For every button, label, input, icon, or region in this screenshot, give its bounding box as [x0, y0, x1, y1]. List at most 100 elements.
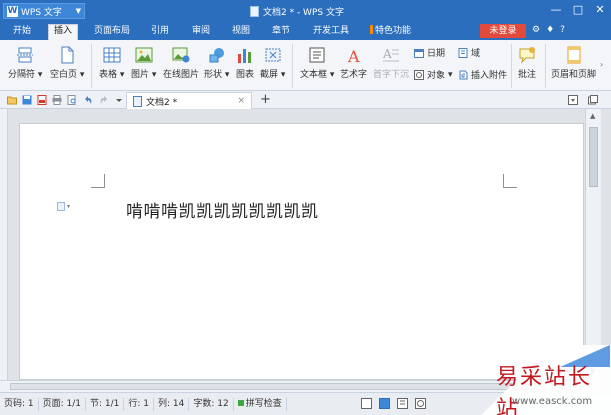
header-footer-icon	[567, 46, 580, 64]
ribbon-separator	[292, 44, 293, 88]
date-label: 日期	[427, 49, 446, 59]
header-footer-button[interactable]: 页眉和页脚	[551, 46, 596, 80]
wordart-icon: A	[347, 47, 360, 64]
tab-home[interactable]: 开始	[13, 25, 31, 40]
textbox-button[interactable]: 文本框 ▾	[300, 46, 334, 80]
export-pdf-icon[interactable]	[37, 95, 47, 105]
margin-marker	[91, 174, 105, 188]
wps-logo-icon: W	[7, 5, 18, 17]
tab-developer[interactable]: 开发工具	[313, 25, 349, 40]
comment-label: 批注	[518, 70, 537, 80]
attachment-button[interactable]: 插入附件	[458, 68, 507, 81]
scroll-up-icon[interactable]: ▲	[590, 112, 595, 120]
online-picture-button[interactable]: 在线图片	[163, 46, 199, 80]
vertical-scroll-thumb[interactable]	[589, 127, 598, 187]
document-tab-icon	[133, 95, 142, 107]
field-button[interactable]: 域	[458, 46, 480, 59]
object-label: 对象	[427, 71, 446, 81]
tab-chapter[interactable]: 章节	[272, 25, 290, 40]
tabbar-tools: ⚙ ♦ ?	[532, 25, 565, 35]
minimize-button[interactable]: —	[545, 0, 567, 22]
settings-icon[interactable]: ⚙	[532, 25, 540, 35]
chevron-down-icon: ▾	[67, 203, 71, 210]
vertical-scrollbar[interactable]: ▲ ▼	[585, 109, 601, 380]
save-icon[interactable]	[22, 95, 32, 105]
margin-marker	[503, 174, 517, 188]
close-tab-icon[interactable]: ×	[237, 96, 245, 106]
field-label: 域	[471, 49, 481, 59]
ribbon-scroll-right-icon[interactable]: ›	[600, 60, 603, 69]
app-menu-button[interactable]: W WPS 文字 ▼	[3, 3, 85, 19]
outline-view-icon[interactable]	[397, 398, 408, 409]
status-word-count[interactable]: 字数: 12	[189, 397, 234, 411]
paragraph-handle[interactable]: ▾	[57, 202, 70, 211]
screenshot-label: 截屏	[260, 70, 279, 80]
page-break-button[interactable]: 分隔符 ▾	[8, 46, 42, 80]
field-icon	[458, 47, 468, 58]
comment-button[interactable]: 批注	[518, 46, 536, 80]
status-page: 页码: 1	[0, 397, 39, 411]
skin-icon[interactable]: ♦	[546, 25, 554, 35]
online-picture-icon	[172, 47, 190, 63]
document-page[interactable]: ▾ 啃啃啃凯凯凯凯凯凯凯凯	[19, 123, 584, 380]
date-button[interactable]: 日期	[414, 46, 445, 59]
tab-list-icon[interactable]	[568, 95, 578, 105]
full-screen-icon[interactable]	[361, 398, 372, 409]
picture-label: 图片	[131, 70, 150, 80]
textbox-label: 文本框	[300, 70, 328, 80]
ribbon-separator	[545, 44, 546, 88]
undo-icon[interactable]	[83, 95, 93, 105]
wordart-button[interactable]: A 艺术字	[340, 46, 367, 80]
login-button[interactable]: 未登录	[480, 24, 526, 38]
wordart-label: 艺术字	[340, 70, 368, 80]
tab-insert[interactable]: 插入	[48, 24, 79, 40]
blank-page-icon	[61, 46, 74, 64]
table-label: 表格	[99, 70, 118, 80]
document-body-text[interactable]: 啃啃啃凯凯凯凯凯凯凯凯	[126, 197, 319, 222]
tab-view[interactable]: 视图	[232, 25, 250, 40]
shapes-icon	[209, 48, 224, 63]
tab-review[interactable]: 审阅	[192, 25, 210, 40]
svg-text:A: A	[382, 47, 392, 61]
shapes-label: 形状	[204, 70, 223, 80]
open-folder-icon[interactable]	[7, 95, 17, 105]
vertical-ruler	[0, 109, 8, 380]
header-footer-label: 页眉和页脚	[551, 70, 597, 80]
help-icon[interactable]: ?	[560, 25, 565, 35]
picture-button[interactable]: 图片 ▾	[131, 46, 156, 80]
table-icon	[103, 47, 121, 63]
web-view-icon[interactable]	[415, 398, 426, 409]
document-icon	[250, 6, 259, 17]
object-button[interactable]: 对象 ▾	[414, 68, 453, 81]
status-section: 节: 1/1	[86, 397, 125, 411]
print-icon[interactable]	[52, 95, 62, 105]
document-tab-label: 文档2 *	[146, 97, 178, 108]
page-break-icon	[17, 47, 34, 63]
maximize-button[interactable]: □	[567, 0, 589, 22]
spell-check-toggle[interactable]: 拼写检查	[234, 397, 287, 411]
blank-page-button[interactable]: 空白页 ▾	[50, 46, 84, 80]
redo-icon[interactable]	[99, 95, 109, 105]
ribbon-separator	[511, 44, 512, 88]
screenshot-button[interactable]: 截屏 ▾	[260, 46, 285, 80]
quick-access-bar: 文档2 * × +	[0, 91, 611, 109]
page-break-label: 分隔符	[8, 70, 36, 80]
new-tab-button[interactable]: +	[260, 92, 271, 107]
tab-features[interactable]: 特色功能	[370, 25, 411, 40]
tab-references[interactable]: 引用	[151, 25, 169, 40]
page-view-icon[interactable]	[379, 398, 390, 409]
chart-button[interactable]: 图表	[236, 46, 254, 80]
shapes-button[interactable]: 形状 ▾	[204, 46, 229, 80]
close-button[interactable]: ✕	[589, 0, 611, 22]
drop-cap-button[interactable]: A 首字下沉	[373, 46, 409, 80]
ribbon-tab-bar: 开始 插入 页面布局 引用 审阅 视图 章节 开发工具 特色功能 未登录 ⚙ ♦…	[0, 22, 611, 40]
print-preview-icon[interactable]	[67, 95, 77, 105]
tab-page-layout[interactable]: 页面布局	[94, 25, 130, 40]
restore-view-icon[interactable]	[588, 95, 598, 105]
customize-toolbar-icon[interactable]	[114, 95, 124, 105]
drop-cap-label: 首字下沉	[373, 70, 410, 80]
window-controls: — □ ✕	[545, 0, 611, 22]
title-bar: W WPS 文字 ▼ 文档2 * - WPS 文字 — □ ✕	[0, 0, 611, 22]
table-button[interactable]: 表格 ▾	[99, 46, 124, 80]
document-tab[interactable]: 文档2 * ×	[126, 92, 252, 109]
